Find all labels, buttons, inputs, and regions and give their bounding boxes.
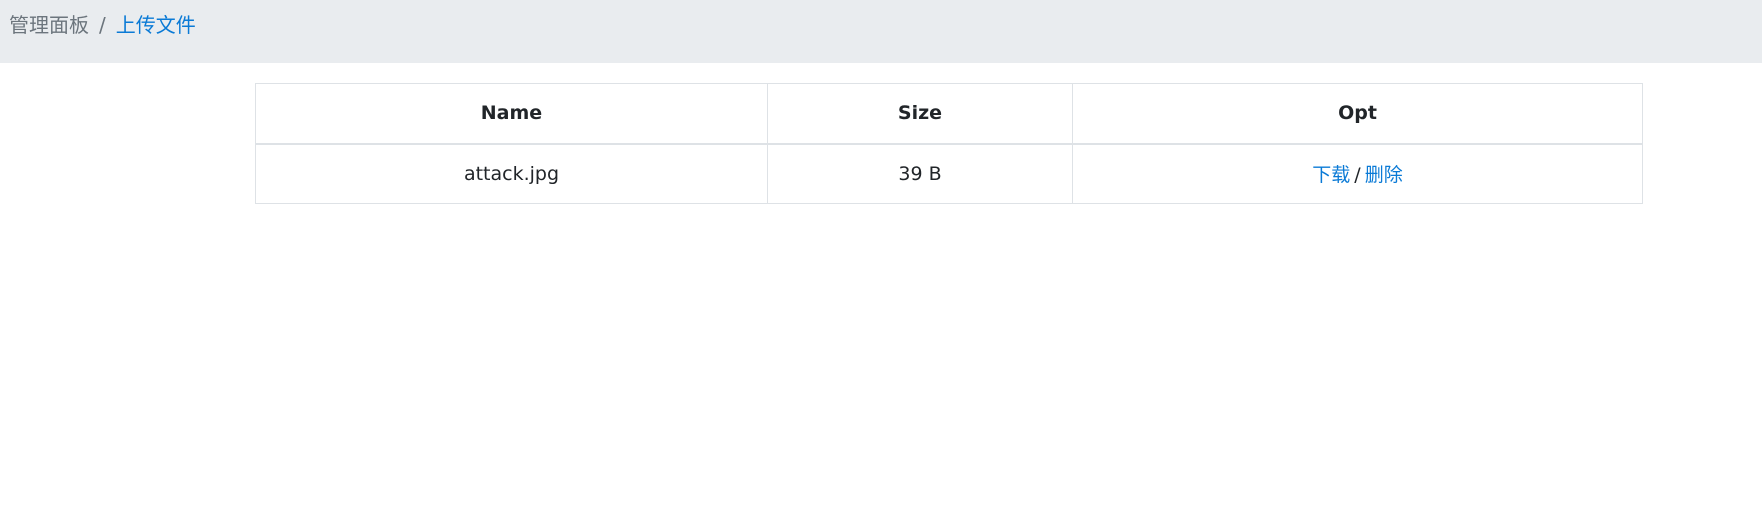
header-row: Name Size Opt [255,83,1643,145]
delete-link[interactable]: 删除 [1365,164,1403,186]
breadcrumb-item-upload-files[interactable]: 上传文件 [116,13,196,37]
file-name-cell: attack.jpg [255,143,768,204]
file-size-cell: 39 B [767,143,1073,204]
breadcrumb-separator: / [99,13,106,37]
table-row: attack.jpg 39 B 下载 / 删除 [255,143,1643,204]
breadcrumb-item-admin-panel[interactable]: 管理面板 [9,13,89,37]
file-actions-cell: 下载 / 删除 [1072,143,1643,204]
column-header-size: Size [767,83,1073,145]
files-table-header: Name Size Opt [255,83,1643,145]
download-link[interactable]: 下载 [1312,164,1350,186]
files-table-container: Name Size Opt attack.jpg 39 B 下载 / 删除 [255,83,1643,204]
breadcrumb: 管理面板 / 上传文件 [0,0,1762,63]
actions-separator: / [1354,164,1361,187]
files-table-body: attack.jpg 39 B 下载 / 删除 [255,143,1643,204]
column-header-name: Name [255,83,768,145]
column-header-opt: Opt [1072,83,1643,145]
files-table: Name Size Opt attack.jpg 39 B 下载 / 删除 [255,83,1643,204]
